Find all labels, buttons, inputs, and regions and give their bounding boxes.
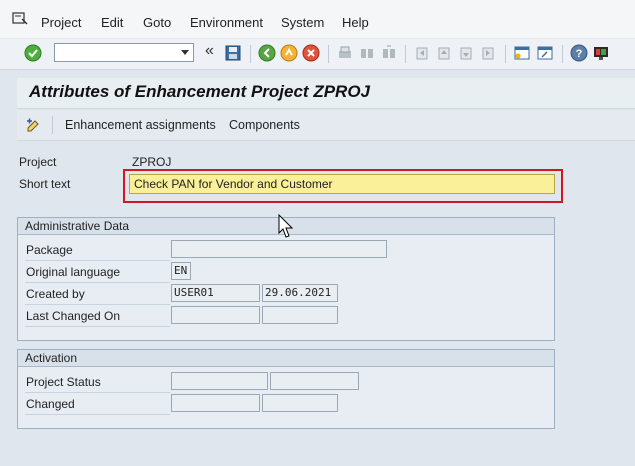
row-divider bbox=[25, 414, 170, 415]
created-by-label: Created by bbox=[26, 287, 85, 301]
customize-layout-icon[interactable] bbox=[592, 44, 610, 62]
print-icon[interactable] bbox=[336, 44, 354, 62]
short-text-highlight: Check PAN for Vendor and Customer bbox=[123, 169, 563, 203]
row-divider bbox=[25, 260, 170, 261]
display-change-icon[interactable] bbox=[25, 116, 43, 134]
created-by-user-field[interactable]: USER01 bbox=[171, 284, 260, 302]
changed-user-field[interactable] bbox=[171, 394, 260, 412]
project-label: Project bbox=[19, 155, 57, 169]
original-language-field[interactable]: EN bbox=[171, 262, 191, 280]
last-changed-date-field[interactable] bbox=[262, 306, 338, 324]
row-divider bbox=[25, 304, 170, 305]
page-title: Attributes of Enhancement Project ZPROJ bbox=[29, 82, 370, 101]
menu-goto[interactable]: Goto bbox=[143, 15, 171, 30]
toolbar-separator bbox=[52, 116, 53, 134]
mouse-cursor-icon bbox=[278, 213, 294, 243]
last-changed-user-field[interactable] bbox=[171, 306, 260, 324]
command-field[interactable] bbox=[54, 43, 194, 62]
toolbar-separator bbox=[328, 45, 329, 63]
title-bar: Attributes of Enhancement Project ZPROJ bbox=[17, 78, 635, 109]
menu-help[interactable]: Help bbox=[342, 15, 369, 30]
changed-label: Changed bbox=[26, 397, 75, 411]
row-divider bbox=[25, 392, 170, 393]
created-on-date-field[interactable]: 29.06.2021 bbox=[262, 284, 338, 302]
menu-edit[interactable]: Edit bbox=[101, 15, 123, 30]
changed-date-field[interactable] bbox=[262, 394, 338, 412]
row-divider bbox=[25, 282, 170, 283]
menu-project[interactable]: Project bbox=[41, 15, 81, 30]
enter-icon[interactable] bbox=[24, 44, 42, 62]
cancel-icon[interactable] bbox=[302, 44, 320, 62]
project-status-field-2[interactable] bbox=[270, 372, 359, 390]
help-icon[interactable]: ? bbox=[570, 44, 588, 62]
application-toolbar: Enhancement assignments Components bbox=[17, 110, 635, 141]
menu-system[interactable]: System bbox=[281, 15, 324, 30]
svg-text:?: ? bbox=[576, 48, 583, 60]
original-language-label: Original language bbox=[26, 265, 121, 279]
last-page-icon[interactable] bbox=[479, 44, 497, 62]
back-icon[interactable] bbox=[258, 44, 276, 62]
find-next-icon[interactable] bbox=[380, 44, 398, 62]
project-status-field[interactable] bbox=[171, 372, 268, 390]
toolbar-separator bbox=[405, 45, 406, 63]
short-text-input[interactable]: Check PAN for Vendor and Customer bbox=[129, 174, 555, 194]
toolbar-separator bbox=[505, 45, 506, 63]
find-icon[interactable] bbox=[358, 44, 376, 62]
new-session-icon[interactable] bbox=[513, 44, 531, 62]
menu-environment[interactable]: Environment bbox=[190, 15, 263, 30]
last-changed-label: Last Changed On bbox=[26, 309, 121, 323]
project-status-label: Project Status bbox=[26, 375, 101, 389]
enhancement-assignments-button[interactable]: Enhancement assignments bbox=[65, 118, 216, 132]
create-shortcut-icon[interactable] bbox=[536, 44, 554, 62]
toolbar-separator bbox=[250, 45, 251, 63]
project-value: ZPROJ bbox=[132, 155, 172, 169]
menu-icon[interactable] bbox=[12, 12, 28, 26]
menu-bar: Project Edit Goto Environment System Hel… bbox=[0, 0, 635, 39]
activation-group: Activation Project Status Changed bbox=[17, 349, 555, 429]
activation-title: Activation bbox=[18, 350, 554, 367]
save-icon[interactable] bbox=[224, 44, 242, 62]
next-page-icon[interactable] bbox=[457, 44, 475, 62]
chevron-down-icon[interactable] bbox=[181, 50, 189, 55]
standard-toolbar: « ? bbox=[0, 39, 635, 70]
package-label: Package bbox=[26, 243, 73, 257]
double-chevron-icon[interactable]: « bbox=[205, 42, 214, 60]
toolbar-separator bbox=[562, 45, 563, 63]
exit-icon[interactable] bbox=[280, 44, 298, 62]
command-field-value bbox=[55, 46, 58, 58]
row-divider bbox=[25, 326, 170, 327]
short-text-label: Short text bbox=[19, 177, 71, 191]
components-button[interactable]: Components bbox=[229, 118, 300, 132]
previous-page-icon[interactable] bbox=[435, 44, 453, 62]
first-page-icon[interactable] bbox=[413, 44, 431, 62]
